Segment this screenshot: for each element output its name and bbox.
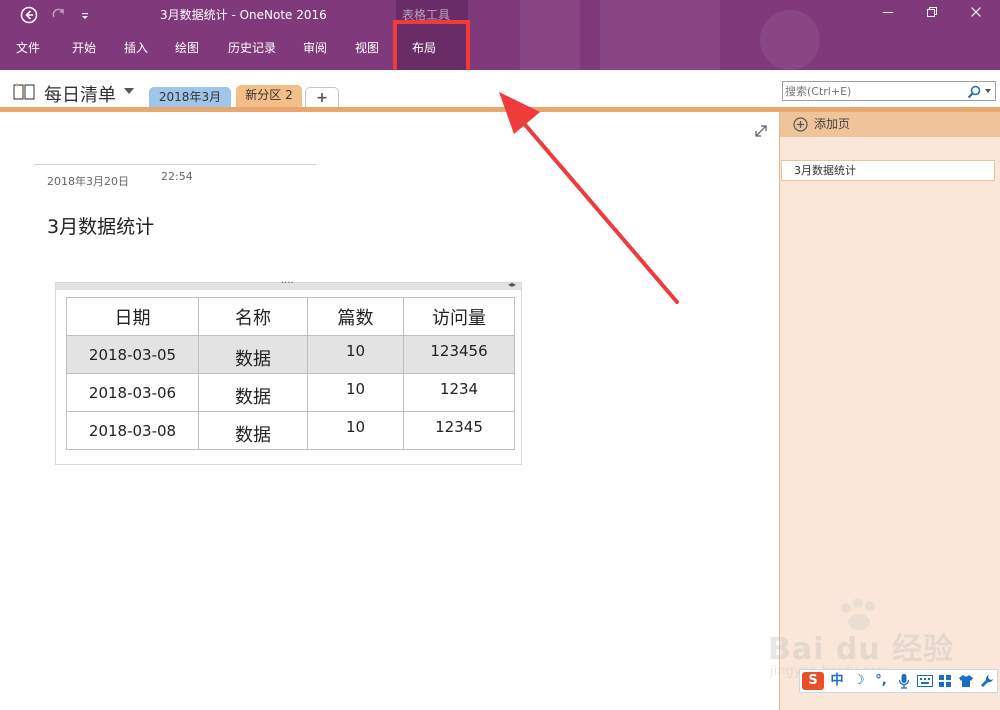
- magnifier-icon[interactable]: [966, 84, 982, 100]
- tab-draw[interactable]: 绘图: [175, 36, 199, 60]
- table-cell[interactable]: 2018-03-06: [66, 373, 199, 412]
- table-cell[interactable]: 12345: [403, 411, 515, 450]
- table-cell[interactable]: 2018-03-05: [66, 335, 199, 374]
- table-row[interactable]: 2018-03-06 数据 10 1234: [66, 373, 515, 412]
- table-cell[interactable]: 2018-03-08: [66, 411, 199, 450]
- microphone-icon[interactable]: [895, 672, 913, 690]
- customize-qat-button[interactable]: [75, 6, 95, 26]
- table-cell[interactable]: 10: [307, 411, 404, 450]
- table-header-row: 日期 名称 篇数 访问量: [66, 297, 515, 336]
- ime-mode-chinese[interactable]: 中: [828, 672, 846, 690]
- tab-history[interactable]: 历史记录: [228, 36, 276, 60]
- column-header[interactable]: 访问量: [403, 297, 515, 336]
- add-page-label: 添加页: [814, 117, 851, 131]
- watermark-text: Bai du 经验: [768, 632, 955, 667]
- apps-grid-icon[interactable]: [938, 672, 952, 690]
- redo-button[interactable]: [49, 6, 69, 26]
- table-cell[interactable]: 10: [307, 335, 404, 374]
- expand-page-icon[interactable]: [754, 124, 768, 138]
- restore-icon: [927, 7, 937, 17]
- table-row[interactable]: 2018-03-05 数据 10 123456: [66, 335, 515, 374]
- table-move-handle-icon[interactable]: ····: [281, 278, 294, 290]
- page-list-item[interactable]: 3月数据统计: [781, 160, 995, 181]
- skin-shirt-icon[interactable]: [957, 672, 975, 690]
- document-title: 3月数据统计 - OneNote 2016: [160, 8, 327, 22]
- notebook-icon: [13, 83, 35, 100]
- section-tab-new-section-2[interactable]: 新分区 2: [236, 85, 302, 108]
- moon-icon[interactable]: ☽: [850, 672, 868, 690]
- punctuation-icon[interactable]: °,: [872, 672, 890, 690]
- baidu-watermark: Bai du 经验 jingyan.baidu.com: [768, 598, 968, 679]
- redo-icon: [52, 8, 64, 18]
- title-decoration: [600, 0, 720, 70]
- sogou-s-icon[interactable]: S: [802, 672, 824, 690]
- table-cell[interactable]: 数据: [198, 373, 308, 412]
- tab-home[interactable]: 开始: [72, 36, 96, 60]
- tab-review[interactable]: 审阅: [303, 36, 327, 60]
- back-circle-arrow-icon: [20, 6, 38, 24]
- page-list-item-label: 3月数据统计: [794, 164, 856, 177]
- search-scope-caret-icon[interactable]: [985, 89, 991, 93]
- page-title[interactable]: 3月数据统计: [47, 212, 154, 239]
- add-page-button[interactable]: 添加页: [780, 112, 1000, 137]
- tab-view[interactable]: 视图: [355, 36, 379, 60]
- page-title-divider: [34, 164, 316, 165]
- minimize-icon: [883, 12, 893, 13]
- customize-qat-icon: [82, 13, 88, 19]
- restore-button[interactable]: [918, 4, 946, 26]
- table-cell[interactable]: 10: [307, 373, 404, 412]
- page-date: 2018年3月20日: [47, 175, 129, 188]
- column-header[interactable]: 篇数: [307, 297, 404, 336]
- add-section-button[interactable]: +: [305, 87, 339, 108]
- table-cell[interactable]: 1234: [403, 373, 515, 412]
- tab-insert[interactable]: 插入: [124, 36, 148, 60]
- title-decoration: [760, 10, 820, 70]
- back-button[interactable]: [19, 6, 39, 26]
- notebook-name[interactable]: 每日清单: [44, 81, 116, 107]
- column-header[interactable]: 名称: [198, 297, 308, 336]
- table-row[interactable]: 2018-03-08 数据 10 12345: [66, 411, 515, 450]
- title-bar: 3月数据统计 - OneNote 2016 表格工具 文件 开始 插入 绘图 历…: [0, 0, 1000, 70]
- table-cell[interactable]: 数据: [198, 411, 308, 450]
- table-cell[interactable]: 123456: [403, 335, 515, 374]
- search-input[interactable]: [785, 83, 955, 99]
- keyboard-icon[interactable]: [916, 672, 934, 690]
- minimize-button[interactable]: [874, 4, 902, 26]
- notebook-section-bar: 每日清单 2018年3月 新分区 2 +: [0, 70, 1000, 109]
- table-resize-arrows-icon[interactable]: ◂▸: [508, 279, 516, 291]
- column-header[interactable]: 日期: [66, 297, 199, 336]
- tab-file[interactable]: 文件: [16, 36, 40, 60]
- close-button[interactable]: [962, 4, 990, 26]
- data-table[interactable]: 日期 名称 篇数 访问量 2018-03-05 数据 10 123456 201…: [66, 297, 515, 450]
- search-box[interactable]: [782, 81, 996, 101]
- notebook-dropdown-caret-icon[interactable]: [124, 88, 134, 94]
- ime-toolbar: S 中 ☽ °,: [799, 669, 998, 693]
- title-decoration: [520, 0, 580, 70]
- close-icon: [971, 7, 981, 17]
- section-tab-2018-march[interactable]: 2018年3月: [149, 87, 231, 108]
- onenote-window: 3月数据统计 - OneNote 2016 表格工具 文件 开始 插入 绘图 历…: [0, 0, 1000, 710]
- table-handle-bar[interactable]: ···· ◂▸: [56, 278, 521, 290]
- wrench-icon[interactable]: [978, 672, 996, 690]
- page-time: 22:54: [161, 170, 193, 183]
- table-container[interactable]: ···· ◂▸ 日期 名称 篇数 访问量 2018-03-05 数据 10 12…: [55, 278, 522, 465]
- table-cell[interactable]: 数据: [198, 335, 308, 374]
- add-circle-icon: [793, 117, 808, 132]
